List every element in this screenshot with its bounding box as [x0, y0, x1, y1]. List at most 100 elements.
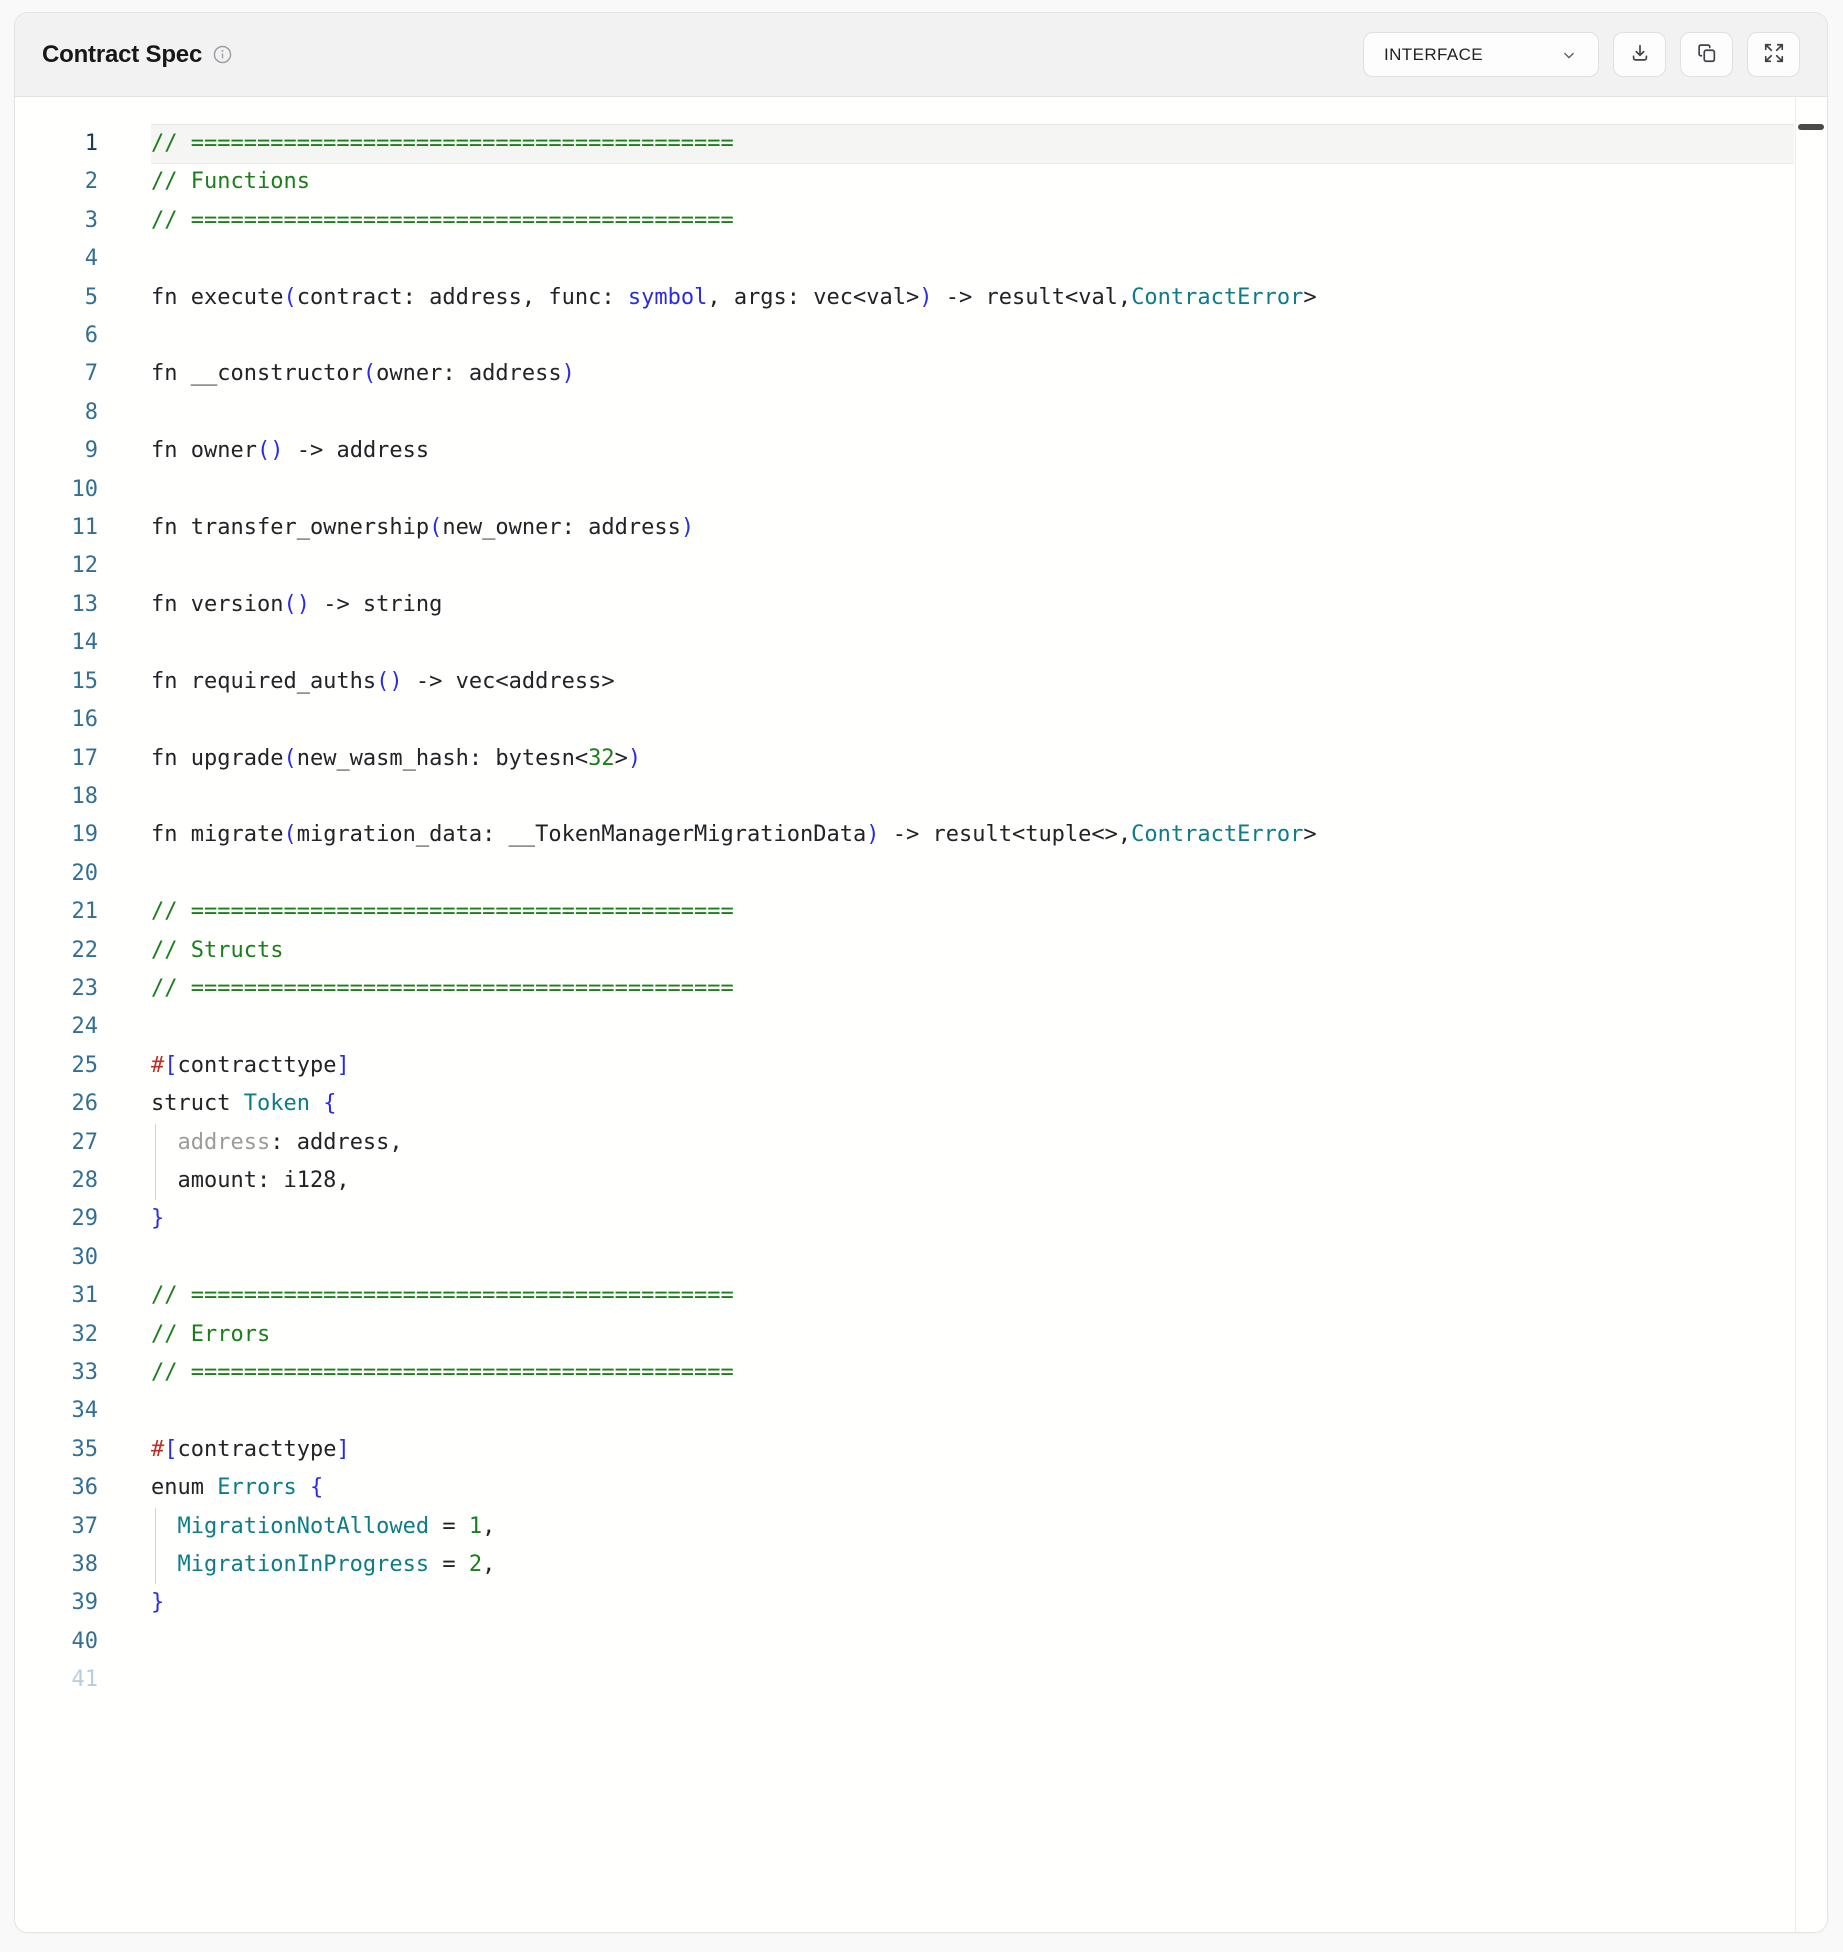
- code-line-content: enum Errors {: [151, 1469, 1794, 1507]
- code-line: 2// Functions: [15, 163, 1827, 201]
- code-line: 40: [15, 1623, 1827, 1661]
- code-line: 3// ====================================…: [15, 202, 1827, 240]
- chevron-down-icon: [1560, 46, 1578, 64]
- code-line: 1// ====================================…: [15, 125, 1827, 163]
- code-line: 39}: [15, 1584, 1827, 1622]
- code-line-content: fn __constructor(owner: address): [151, 355, 1794, 393]
- code-line-content: // =====================================…: [151, 125, 1794, 163]
- code-line: 31// ===================================…: [15, 1277, 1827, 1315]
- code-line: 16: [15, 701, 1827, 739]
- line-number: 7: [15, 355, 151, 393]
- code-line-content: fn execute(contract: address, func: symb…: [151, 279, 1794, 317]
- code-line: 21// ===================================…: [15, 893, 1827, 931]
- line-number: 1: [15, 125, 151, 163]
- code-line-content: [151, 1392, 1794, 1430]
- line-number: 31: [15, 1277, 151, 1315]
- line-number: 25: [15, 1047, 151, 1085]
- code-line: 4: [15, 240, 1827, 278]
- line-number: 26: [15, 1085, 151, 1123]
- code-line: 19fn migrate(migration_data: __TokenMana…: [15, 816, 1827, 854]
- code-line: 38 MigrationInProgress = 2,: [15, 1546, 1827, 1584]
- scrollbar-thumb[interactable]: [1798, 124, 1824, 130]
- line-number: 4: [15, 240, 151, 278]
- code-line: 34: [15, 1392, 1827, 1430]
- code-line: 36enum Errors {: [15, 1469, 1827, 1507]
- code-line-content: [151, 547, 1794, 585]
- line-number: 14: [15, 624, 151, 662]
- code-line-content: // Errors: [151, 1316, 1794, 1354]
- code-line: 9fn owner() -> address: [15, 432, 1827, 470]
- header-controls: INTERFACE: [1363, 32, 1800, 77]
- line-number: 29: [15, 1200, 151, 1238]
- code-line-content: [151, 1623, 1794, 1661]
- code-line-content: // =====================================…: [151, 970, 1794, 1008]
- code-line: 28 amount: i128,: [15, 1162, 1827, 1200]
- code-line-content: fn transfer_ownership(new_owner: address…: [151, 509, 1794, 547]
- code-line: 22// Structs: [15, 932, 1827, 970]
- code-line-content: [151, 394, 1794, 432]
- code-line-content: fn migrate(migration_data: __TokenManage…: [151, 816, 1794, 854]
- code-line: 14: [15, 624, 1827, 662]
- code-line: 15fn required_auths() -> vec<address>: [15, 663, 1827, 701]
- info-circle-icon[interactable]: [212, 44, 233, 65]
- code-line: 20: [15, 855, 1827, 893]
- code-line-content: [151, 240, 1794, 278]
- code-line-content: [151, 1239, 1794, 1277]
- code-line: 8: [15, 394, 1827, 432]
- code-line: 26struct Token {: [15, 1085, 1827, 1123]
- code-line: 37 MigrationNotAllowed = 1,: [15, 1508, 1827, 1546]
- code-line-content: // =====================================…: [151, 202, 1794, 240]
- code-line-content: MigrationNotAllowed = 1,: [151, 1508, 1794, 1546]
- line-number: 15: [15, 663, 151, 701]
- line-number: 35: [15, 1431, 151, 1469]
- line-number: 32: [15, 1316, 151, 1354]
- code-line: 7fn __constructor(owner: address): [15, 355, 1827, 393]
- line-number: 37: [15, 1508, 151, 1546]
- code-line-content: MigrationInProgress = 2,: [151, 1546, 1794, 1584]
- spec-format-selected-value: INTERFACE: [1384, 45, 1483, 65]
- line-number: 9: [15, 432, 151, 470]
- code-line: 23// ===================================…: [15, 970, 1827, 1008]
- code-line-content: }: [151, 1200, 1794, 1238]
- line-number: 2: [15, 163, 151, 201]
- download-button[interactable]: [1613, 32, 1666, 77]
- code-line-content: fn required_auths() -> vec<address>: [151, 663, 1794, 701]
- copy-button[interactable]: [1680, 32, 1733, 77]
- line-number: 33: [15, 1354, 151, 1392]
- code-line-content: address: address,: [151, 1124, 1794, 1162]
- code-line: 11fn transfer_ownership(new_owner: addre…: [15, 509, 1827, 547]
- line-number: 10: [15, 471, 151, 509]
- line-number: 18: [15, 778, 151, 816]
- line-number: 11: [15, 509, 151, 547]
- line-number: 5: [15, 279, 151, 317]
- code-line: 27 address: address,: [15, 1124, 1827, 1162]
- code-line: 13fn version() -> string: [15, 586, 1827, 624]
- code-line-content: fn owner() -> address: [151, 432, 1794, 470]
- code-line: 10: [15, 471, 1827, 509]
- line-number: 8: [15, 394, 151, 432]
- code-line: 41: [15, 1661, 1827, 1699]
- code-line-content: [151, 624, 1794, 662]
- code-line: 29}: [15, 1200, 1827, 1238]
- line-number: 23: [15, 970, 151, 1008]
- line-number: 20: [15, 855, 151, 893]
- expand-button[interactable]: [1747, 32, 1800, 77]
- code-line: 33// ===================================…: [15, 1354, 1827, 1392]
- contract-spec-panel: Contract Spec INTERFACE: [14, 12, 1828, 1933]
- spec-format-select[interactable]: INTERFACE: [1363, 32, 1599, 77]
- code-line-content: amount: i128,: [151, 1162, 1794, 1200]
- code-line: 32// Errors: [15, 1316, 1827, 1354]
- code-line: 30: [15, 1239, 1827, 1277]
- panel-header: Contract Spec INTERFACE: [15, 13, 1827, 97]
- line-number: 34: [15, 1392, 151, 1430]
- line-number: 28: [15, 1162, 151, 1200]
- scrollbar-track: [1795, 98, 1827, 1932]
- line-number: 40: [15, 1623, 151, 1661]
- code-line-content: // =====================================…: [151, 1277, 1794, 1315]
- code-line-content: [151, 778, 1794, 816]
- code-line: 25#[contracttype]: [15, 1047, 1827, 1085]
- line-number: 38: [15, 1546, 151, 1584]
- page-title: Contract Spec: [42, 41, 202, 69]
- expand-icon: [1763, 42, 1785, 67]
- line-number: 39: [15, 1584, 151, 1622]
